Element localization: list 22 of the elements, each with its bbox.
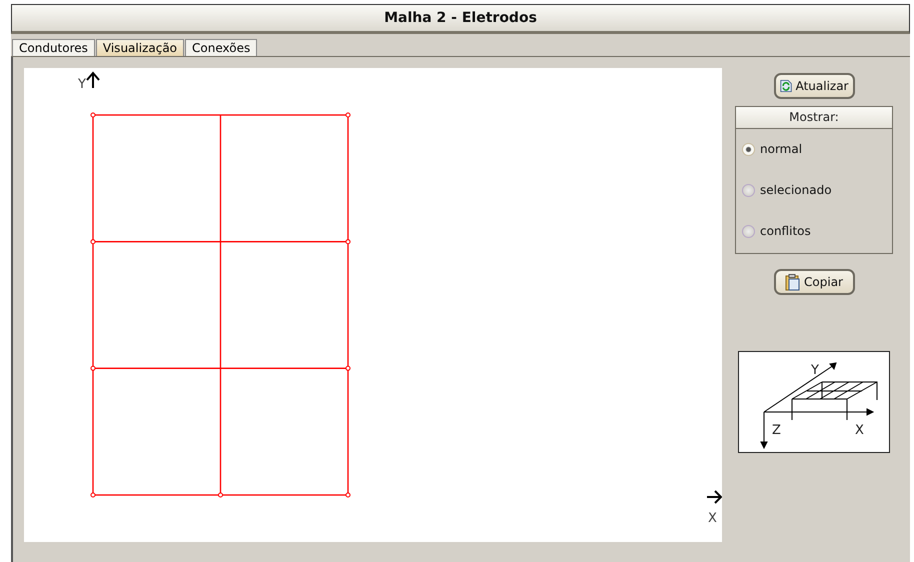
z-axis-label: Z	[772, 423, 781, 438]
tab[interactable]: Conexões	[185, 39, 258, 56]
x-axis-label: X	[855, 423, 864, 438]
radio-button[interactable]	[742, 184, 755, 196]
copy-button[interactable]: Copiar	[774, 269, 854, 295]
x-axis-arrow	[706, 490, 722, 504]
refresh-button[interactable]: Atualizar	[774, 73, 854, 99]
radio-button[interactable]	[742, 224, 755, 238]
tab[interactable]: Visualização	[96, 39, 184, 56]
radio-label[interactable]: conflitos	[760, 224, 811, 238]
y-axis-arrow	[86, 71, 100, 89]
group-title: Mostrar:	[736, 107, 892, 129]
y-axis-label: Y	[811, 363, 819, 378]
window-title: Malha 2 - Eletrodos	[384, 10, 537, 26]
y-axis-label: Y	[78, 77, 86, 92]
radio-button[interactable]	[742, 142, 755, 156]
tab[interactable]: Condutores	[12, 39, 95, 56]
clipboard-icon	[785, 274, 800, 290]
radio-label[interactable]: selecionado	[760, 183, 832, 197]
radio-label[interactable]: normal	[760, 142, 802, 156]
x-axis-label: X	[708, 511, 717, 526]
refresh-icon	[780, 78, 792, 94]
